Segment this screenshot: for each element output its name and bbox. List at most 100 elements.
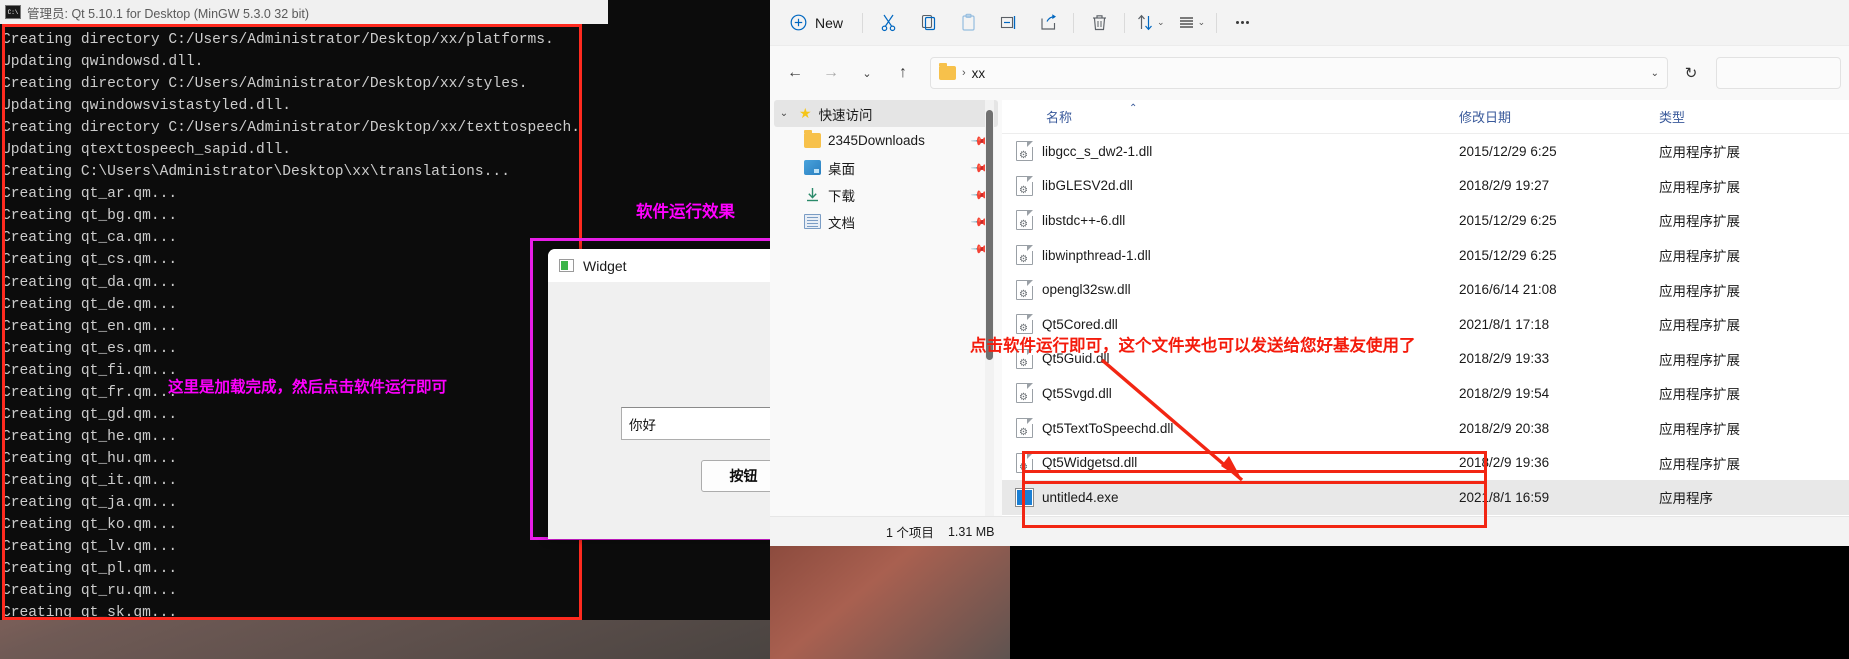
- address-bar[interactable]: › xx ⌄: [930, 57, 1668, 89]
- sidebar-item-label: 2345Downloads: [828, 133, 925, 148]
- console-line: Updating qwindowsvistastyled.dll.: [2, 98, 292, 115]
- toolbar-divider-2: [1073, 12, 1075, 33]
- sidebar-item-label: 文档: [828, 215, 855, 231]
- cmd-icon: C:\: [5, 5, 21, 19]
- console-line: Creating qt_bg.qm...: [2, 208, 178, 225]
- console-line: Creating qt_lv.qm...: [2, 539, 178, 556]
- explorer-main: ⌄ ★ 快速访问 2345Downloads 📌 桌面 📌 下载 📌 文档 📌 …: [770, 100, 1849, 546]
- qt-app-icon: [559, 259, 574, 272]
- star-icon: ★: [799, 105, 812, 121]
- file-name-cell: Qt5TextToSpeechd.dll: [1002, 418, 1459, 439]
- table-row[interactable]: Qt5Svgd.dll 2018/2/9 19:54 应用程序扩展: [1002, 376, 1849, 411]
- quick-access-label: 快速访问: [818, 107, 873, 123]
- breadcrumb-separator: ›: [962, 67, 966, 79]
- copy-icon[interactable]: [908, 7, 948, 39]
- toolbar-divider-3: [1124, 12, 1126, 33]
- file-name-cell: opengl32sw.dll: [1002, 279, 1459, 300]
- dll-icon: [1016, 175, 1033, 196]
- sort-dropdown[interactable]: ⌄: [1130, 7, 1171, 39]
- file-type-cell: 应用程序扩展: [1659, 145, 1740, 161]
- console-line: Creating qt_es.qm...: [2, 340, 178, 357]
- forward-button[interactable]: →: [814, 57, 848, 89]
- file-name-text: Qt5TextToSpeechd.dll: [1042, 420, 1174, 436]
- table-row[interactable]: libgcc_s_dw2-1.dll 2015/12/29 6:25 应用程序扩展: [1002, 134, 1849, 169]
- cut-icon[interactable]: [868, 7, 908, 39]
- annotation-effect-note: 软件运行效果: [636, 203, 735, 221]
- file-type-cell: 应用程序扩展: [1659, 283, 1740, 299]
- console-line: Creating C:\Users\Administrator\Desktop\…: [2, 164, 510, 181]
- file-list-panel: 名称 ⌃ 修改日期 类型 libgcc_s_dw2-1.dll 2015/12/2…: [1002, 100, 1849, 546]
- sidebar-item-downloads-folder[interactable]: 2345Downloads 📌: [770, 127, 1002, 154]
- console-titlebar: C:\ 管理员: Qt 5.10.1 for Desktop (MinGW 5.…: [0, 0, 608, 24]
- recent-locations-button[interactable]: ⌄: [850, 57, 884, 89]
- console-title-text: 管理员: Qt 5.10.1 for Desktop (MinGW 5.3.0 …: [27, 6, 310, 21]
- back-button[interactable]: ←: [778, 57, 812, 89]
- file-type-cell: 应用程序扩展: [1659, 179, 1740, 195]
- up-button[interactable]: ↑: [886, 57, 920, 89]
- annotation-loading-note: 这里是加载完成，然后点击软件运行即可: [168, 379, 448, 396]
- column-header-name[interactable]: 名称: [1002, 107, 1459, 126]
- explorer-navbar: ← → ⌄ ↑ › xx ⌄ ↻: [770, 46, 1849, 100]
- table-row[interactable]: libstdc++-6.dll 2015/12/29 6:25 应用程序扩展: [1002, 203, 1849, 238]
- chevron-down-icon-2: ⌄: [1197, 17, 1206, 27]
- sidebar-item-extra-1[interactable]: 📌: [770, 235, 1002, 262]
- column-header-type[interactable]: 类型: [1659, 107, 1839, 126]
- annotation-run-note: 点击软件运行即可，这个文件夹也可以发送给您好基友使用了: [970, 337, 1416, 355]
- file-name-text: untitled4.exe: [1042, 489, 1119, 505]
- paste-icon[interactable]: [948, 7, 988, 39]
- file-type-cell: 应用程序扩展: [1659, 456, 1740, 472]
- chevron-expand-icon[interactable]: ⌄: [776, 108, 792, 119]
- more-icon[interactable]: [1222, 7, 1262, 39]
- column-header-date[interactable]: 修改日期: [1459, 107, 1659, 126]
- sort-icon: [1138, 14, 1152, 31]
- sidebar-scrollbar-thumb[interactable]: [986, 110, 993, 360]
- qt-console-window[interactable]: C:\ 管理员: Qt 5.10.1 for Desktop (MinGW 5.…: [0, 0, 608, 620]
- table-row[interactable]: opengl32sw.dll 2016/6/14 21:08 应用程序扩展: [1002, 272, 1849, 307]
- address-chevron-icon[interactable]: ⌄: [1651, 68, 1659, 79]
- folder-icon: [939, 63, 956, 80]
- file-type-cell: 应用程序扩展: [1659, 318, 1740, 334]
- folder-icon-2345: [804, 130, 821, 148]
- console-line: Creating qt_da.qm...: [2, 274, 178, 291]
- view-dropdown[interactable]: ⌄: [1171, 7, 1212, 39]
- new-button[interactable]: New: [776, 7, 857, 39]
- console-line: Creating qt_pl.qm...: [2, 561, 178, 578]
- file-type-cell: 应用程序: [1659, 491, 1713, 507]
- sidebar-item-documents[interactable]: 文档 📌: [770, 208, 1002, 235]
- console-line: Updating qtexttospeech_sapid.dll.: [2, 142, 292, 159]
- dll-icon: [1016, 418, 1033, 439]
- explorer-sidebar: ⌄ ★ 快速访问 2345Downloads 📌 桌面 📌 下载 📌 文档 📌 …: [770, 100, 1002, 546]
- console-line: Creating qt_ko.qm...: [2, 517, 178, 534]
- sidebar-item-downloads[interactable]: 下载 📌: [770, 181, 1002, 208]
- console-line: Creating qt_ru.qm...: [2, 583, 178, 600]
- file-type-cell: 应用程序扩展: [1659, 249, 1740, 265]
- file-name-text: libwinpthread-1.dll: [1042, 247, 1151, 263]
- console-output[interactable]: Creating directory C:/Users/Administrato…: [0, 24, 608, 620]
- total-size: 1.31 MB: [947, 524, 995, 539]
- table-row[interactable]: untitled4.exe 2021/8/1 16:59 应用程序: [1002, 479, 1849, 515]
- file-name-cell: Qt5Widgetsd.dll: [1002, 452, 1459, 473]
- new-button-label: New: [815, 14, 844, 31]
- file-type-cell: 应用程序扩展: [1659, 387, 1740, 403]
- widget-title: Widget: [583, 257, 627, 274]
- rename-icon[interactable]: [988, 7, 1028, 39]
- refresh-button[interactable]: ↻: [1674, 57, 1708, 89]
- search-input[interactable]: [1716, 57, 1841, 89]
- console-line: Creating qt_he.qm...: [2, 428, 178, 445]
- table-row[interactable]: Qt5Widgetsd.dll 2018/2/9 19:36 应用程序扩展: [1002, 445, 1849, 480]
- explorer-toolbar: New ⌄ ⌄: [770, 0, 1849, 46]
- console-line: Creating qt_de.qm...: [2, 296, 178, 313]
- column-headers: 名称 ⌃ 修改日期 类型: [1002, 100, 1849, 134]
- dll-icon: [1016, 245, 1033, 266]
- download-icon: [804, 187, 821, 202]
- file-date-cell: 2018/2/9 19:54: [1459, 385, 1550, 401]
- sidebar-item-desktop[interactable]: 桌面 📌: [770, 154, 1002, 181]
- table-row[interactable]: libwinpthread-1.dll 2015/12/29 6:25 应用程序扩展: [1002, 238, 1849, 273]
- sidebar-quick-access[interactable]: ⌄ ★ 快速访问: [774, 100, 998, 127]
- console-line: Creating directory C:/Users/Administrato…: [2, 120, 581, 137]
- table-row[interactable]: Qt5TextToSpeechd.dll 2018/2/9 20:38 应用程序扩展: [1002, 411, 1849, 446]
- dll-icon: [1016, 210, 1033, 231]
- share-icon[interactable]: [1028, 7, 1068, 39]
- delete-icon[interactable]: [1079, 7, 1119, 39]
- table-row[interactable]: libGLESV2d.dll 2018/2/9 19:27 应用程序扩展: [1002, 169, 1849, 204]
